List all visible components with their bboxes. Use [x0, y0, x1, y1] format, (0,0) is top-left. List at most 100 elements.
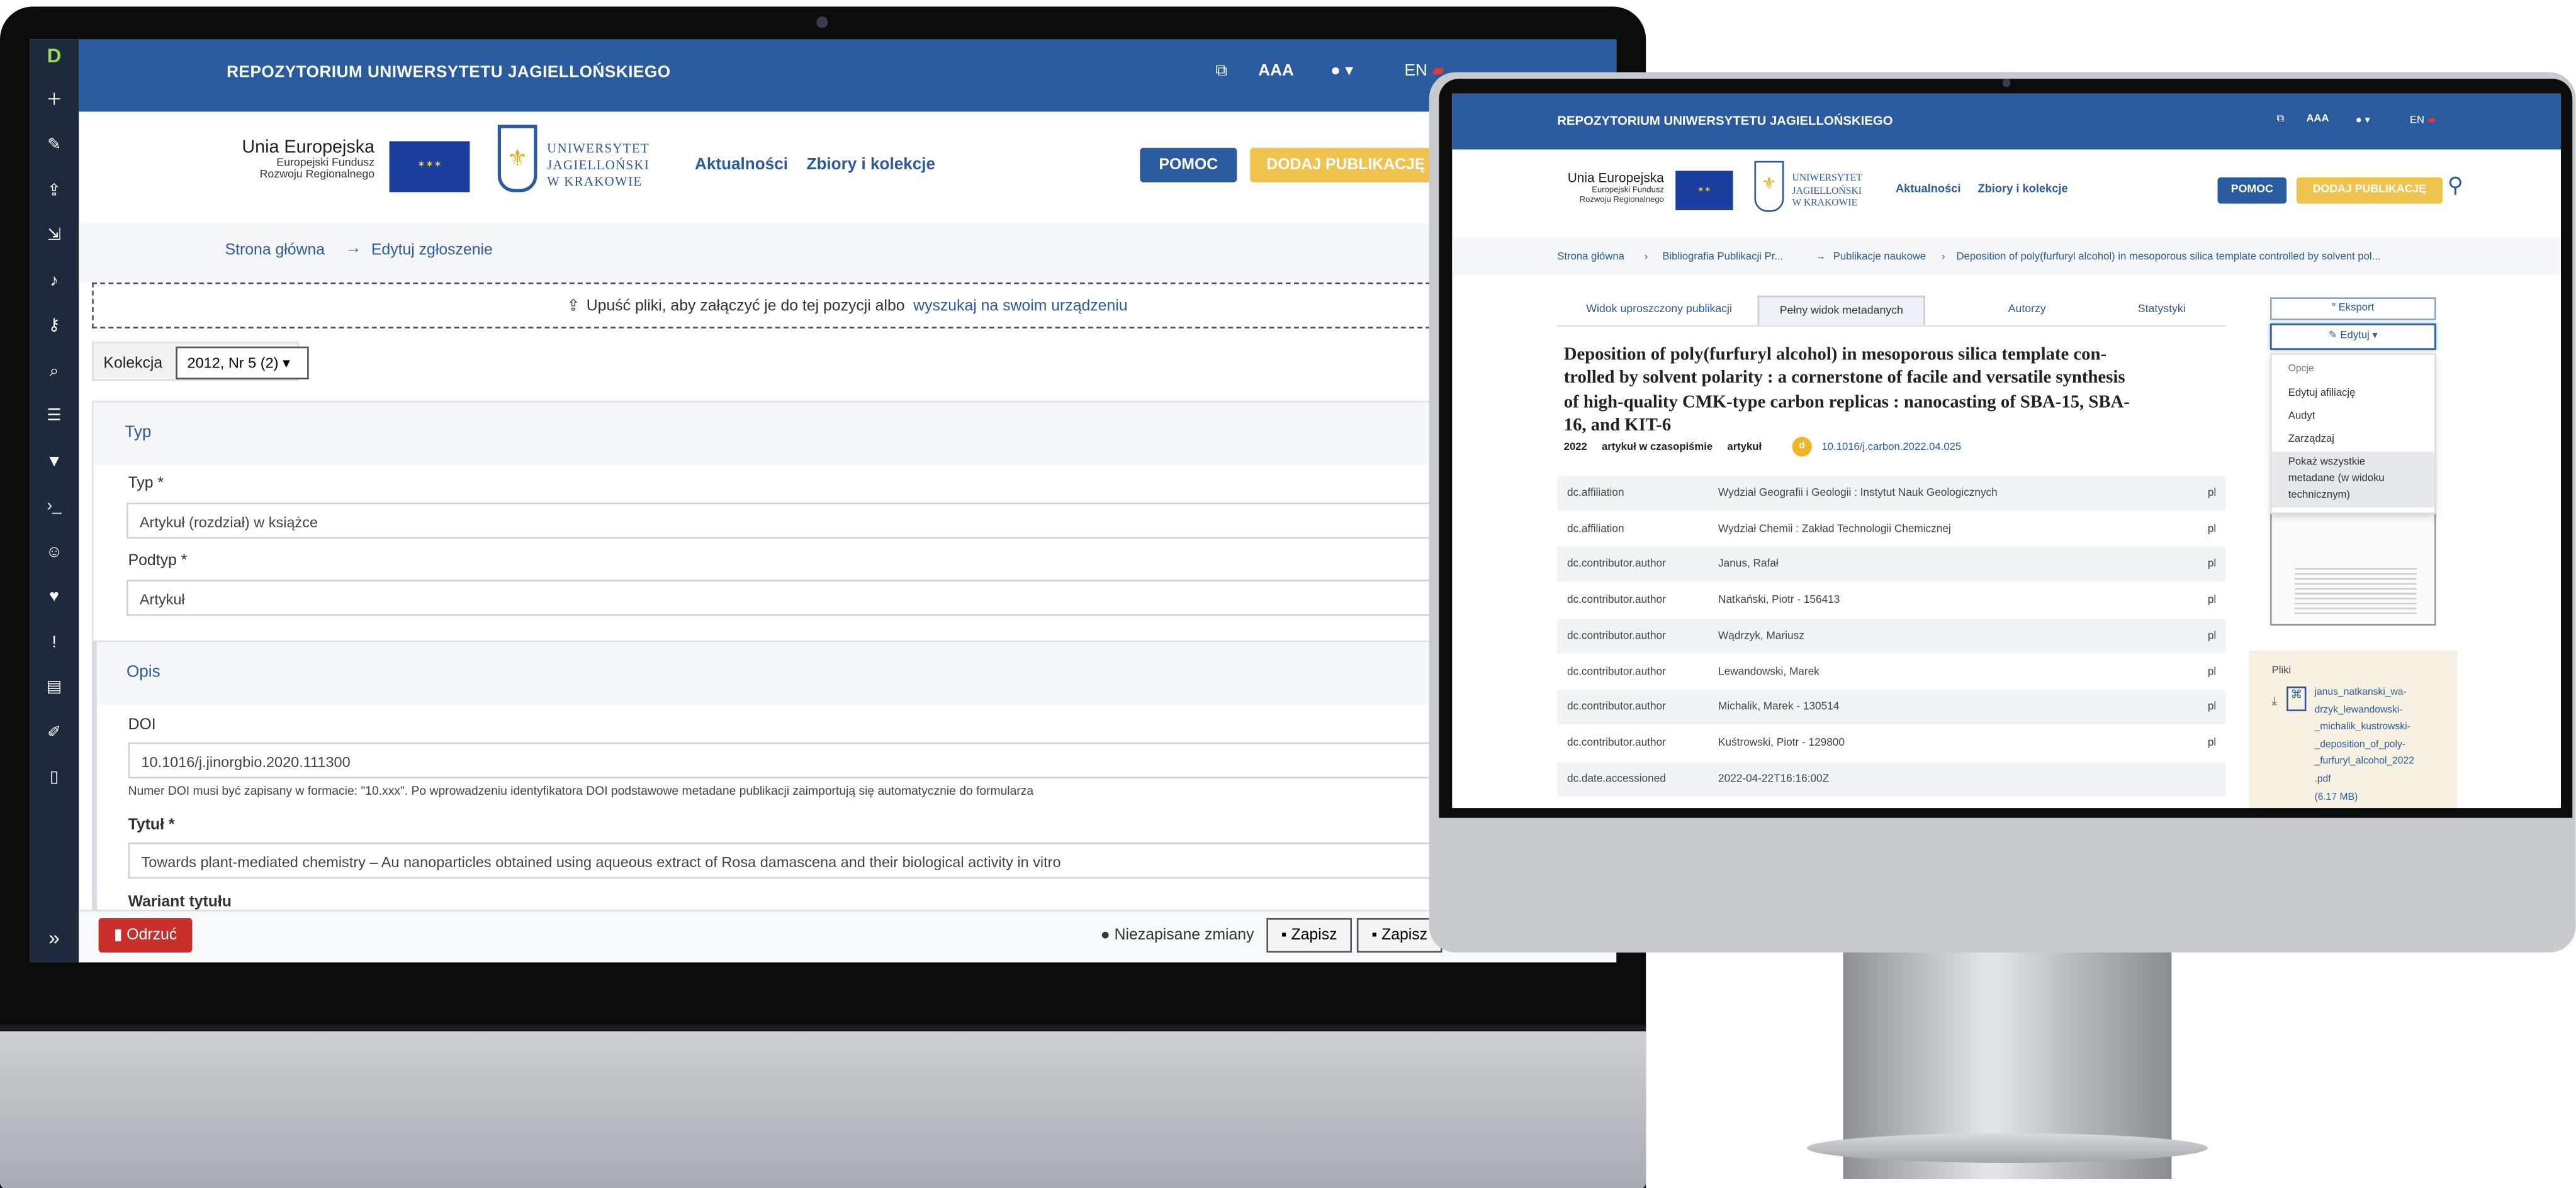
- list-icon[interactable]: ☰: [30, 407, 79, 427]
- expand-sidebar-icon[interactable]: »: [30, 928, 79, 948]
- metadata-key: dc.contributor.author: [1566, 595, 1666, 607]
- metadata-row: dc.contributor.author Janus, Rafał pl: [1557, 547, 2226, 582]
- metadata-key: dc.contributor.author: [1566, 630, 1666, 642]
- monitor-add-publication-button[interactable]: DODAJ PUBLIKACJĘ: [2296, 177, 2443, 204]
- language-label: EN: [1404, 62, 1427, 81]
- monitor-breadcrumb-home[interactable]: Strona główna: [1557, 251, 1624, 262]
- monitor-nav-collections-link[interactable]: Zbiory i kolekcje: [1977, 184, 2067, 195]
- monitor-eu-line2: Rozwoju Regionalnego: [1579, 195, 1664, 206]
- monitor-uj-line1: UNIWERSYTET: [1792, 174, 1862, 184]
- laptop-camera: [816, 16, 828, 28]
- file-import-icon[interactable]: ⇪: [30, 182, 79, 202]
- monitor-search-icon[interactable]: ⚲: [2448, 172, 2463, 199]
- metadata-key: dc.contributor.author: [1566, 559, 1666, 571]
- menu-edit-affiliation[interactable]: Edytuj afiliację: [2288, 388, 2356, 399]
- monitor-breadcrumb-sep-2: ›: [1942, 251, 1945, 263]
- type-panel-title[interactable]: Typ: [125, 423, 151, 442]
- metadata-row: dc.contributor.author Kuśtrowski, Piotr -…: [1557, 726, 2226, 761]
- filter-icon[interactable]: ▼: [30, 453, 79, 473]
- subtype-select[interactable]: Artykuł: [126, 580, 1474, 616]
- type-select[interactable]: Artykuł (rozdział) w książce: [126, 502, 1474, 539]
- quote-icon: ”: [2332, 302, 2336, 314]
- save-label: Zapisz: [1291, 926, 1337, 944]
- doi-input[interactable]: 10.1016/j.jinorgbio.2020.111300: [128, 742, 1477, 779]
- tab-statistics[interactable]: Statystyki: [2079, 296, 2244, 325]
- user-check-icon[interactable]: ☺: [30, 544, 79, 563]
- save-button[interactable]: ▪ Zapisz: [1266, 917, 1353, 953]
- file-link[interactable]: janus_natkanski_wa- drzyk_lewandowski- _…: [2314, 685, 2414, 807]
- title-input[interactable]: Towards plant-mediated chemistry – Au na…: [128, 842, 1477, 879]
- document-icon[interactable]: ▯: [30, 768, 79, 788]
- font-size-toggle[interactable]: AAA: [1258, 62, 1294, 81]
- breadcrumb-home[interactable]: Strona główna: [225, 242, 325, 260]
- monitor-user-menu-icon[interactable]: ● ▾: [2356, 113, 2370, 126]
- monitor-camera: [2002, 79, 2011, 87]
- user-menu-icon[interactable]: ● ▾: [1330, 62, 1353, 81]
- tab-full-metadata[interactable]: Pełny widok metadanych: [1757, 295, 1925, 325]
- download-icon[interactable]: ⤓: [2272, 697, 2277, 710]
- menu-show-all-metadata[interactable]: Pokaż wszystkie metadane (w widoku techn…: [2271, 451, 2435, 508]
- pencil-icon[interactable]: ✎: [30, 137, 79, 156]
- file-name-line-5: _furfuryl_alcohol_2022: [2314, 758, 2414, 768]
- bell-icon[interactable]: ♪: [30, 272, 79, 292]
- laptop-bezel-bottom: [0, 1024, 1646, 1032]
- publication-kind: artykuł w czasopiśmie: [1602, 442, 1713, 454]
- nav-news-link[interactable]: Aktualności: [695, 156, 788, 174]
- doi-label: DOI: [128, 715, 156, 734]
- menu-audit[interactable]: Audyt: [2288, 411, 2315, 422]
- edit-footer: ▮ Odrzuć ● Niezapisane zmiany ▪ Zapisz ▪…: [79, 909, 1617, 963]
- heartbeat-icon[interactable]: ♥: [30, 588, 79, 607]
- title-label: Tytuł *: [128, 816, 175, 834]
- export-button[interactable]: ” Eksport: [2270, 297, 2436, 320]
- metadata-lang: pl: [2207, 630, 2217, 642]
- metadata-value: Wydział Chemii : Zakład Technologii Chem…: [1718, 523, 1951, 535]
- metadata-row: dc.affiliation Wydział Geografii i Geolog…: [1557, 476, 2226, 511]
- edit-dropdown-button[interactable]: ✎ Edytuj ▾: [2270, 323, 2436, 350]
- edit-icon[interactable]: ✐: [30, 724, 79, 744]
- plus-icon[interactable]: ＋: [30, 92, 79, 111]
- key-icon[interactable]: ⚷: [30, 317, 79, 337]
- help-button[interactable]: POMOC: [1140, 147, 1237, 182]
- dspace-logo-icon[interactable]: D: [30, 46, 79, 65]
- drop-text: Upuść pliki, aby załączyć je do tej pozy…: [586, 297, 905, 316]
- description-panel: Opis DOI 10.1016/j.jinorgbio.2020.111300…: [92, 640, 1477, 955]
- publication-title-line-4: 16, and KIT-6: [1563, 415, 1672, 436]
- monitor-language-switch[interactable]: EN ▰: [2410, 113, 2436, 126]
- nav-collections-link[interactable]: Zbiory i kolekcje: [807, 156, 936, 174]
- tab-simple-view[interactable]: Widok uproszczony publikacji: [1561, 296, 1758, 325]
- edit-label: Edytuj: [2340, 330, 2370, 342]
- table-icon[interactable]: ▤: [30, 678, 79, 698]
- monitor-repository-title[interactable]: REPOZYTORIUM UNIWERSYTETU JAGIELLOŃSKIEG…: [1557, 113, 1893, 128]
- monitor-language-label: EN: [2409, 115, 2425, 126]
- browse-device-link[interactable]: wyszukaj na swoim urządzeniu: [913, 297, 1127, 315]
- discard-button[interactable]: ▮ Odrzuć: [98, 917, 193, 953]
- info-icon: ●: [1100, 926, 1110, 944]
- uj-line2: JAGIELLOŃSKI: [547, 157, 650, 173]
- monitor-font-size-toggle[interactable]: AAA: [2306, 113, 2329, 125]
- monitor-help-button[interactable]: POMOC: [2217, 177, 2287, 204]
- eu-line2: Rozwoju Regionalnego: [259, 169, 375, 181]
- monitor-breadcrumb-publications[interactable]: Publikacje naukowe: [1833, 251, 1926, 262]
- file-name-line-6: .pdf: [2314, 775, 2331, 785]
- monitor-uj-logo-text: UNIWERSYTET JAGIELLOŃSKI W KRAKOWIE: [1792, 174, 1862, 211]
- publication-year: 2022: [1563, 442, 1587, 454]
- doi-help-text: Numer DOI musi być zapisany w formacie: …: [128, 783, 1034, 799]
- description-panel-title[interactable]: Opis: [127, 663, 160, 681]
- doi-link[interactable]: 10.1016/j.carbon.2022.04.025: [1821, 442, 1961, 453]
- monitor-contrast-icon[interactable]: ⧉: [2276, 113, 2284, 126]
- eu-logo-text: Unia Europejska Europejski Fundusz Rozwo…: [227, 138, 374, 181]
- file-export-icon[interactable]: ⇲: [30, 227, 79, 246]
- repository-title[interactable]: REPOZYTORIUM UNIWERSYTETU JAGIELLOŃSKIEG…: [227, 64, 670, 82]
- terminal-icon[interactable]: ›_: [30, 498, 79, 517]
- monitor-nav-news-link[interactable]: Aktualności: [1896, 184, 1961, 195]
- search-icon[interactable]: ⌕: [30, 363, 79, 383]
- exclamation-icon[interactable]: !: [30, 634, 79, 653]
- menu-manage[interactable]: Zarządzaj: [2288, 434, 2334, 445]
- contrast-icon[interactable]: ⧉: [1215, 62, 1227, 81]
- monitor-breadcrumb-bibliography[interactable]: Bibliografia Publikacji Pr...: [1662, 251, 1783, 262]
- file-name-line-2: drzyk_lewandowski-: [2314, 705, 2403, 715]
- metadata-value: Lewandowski, Marek: [1718, 666, 1820, 678]
- collection-dropdown[interactable]: 2012, Nr 5 (2) ▾: [176, 346, 309, 379]
- breadcrumb-current: Edytuj zgłoszenie: [371, 241, 493, 260]
- file-drop-zone[interactable]: ⇪ Upuść pliki, aby załączyć je do tej po…: [92, 282, 1472, 328]
